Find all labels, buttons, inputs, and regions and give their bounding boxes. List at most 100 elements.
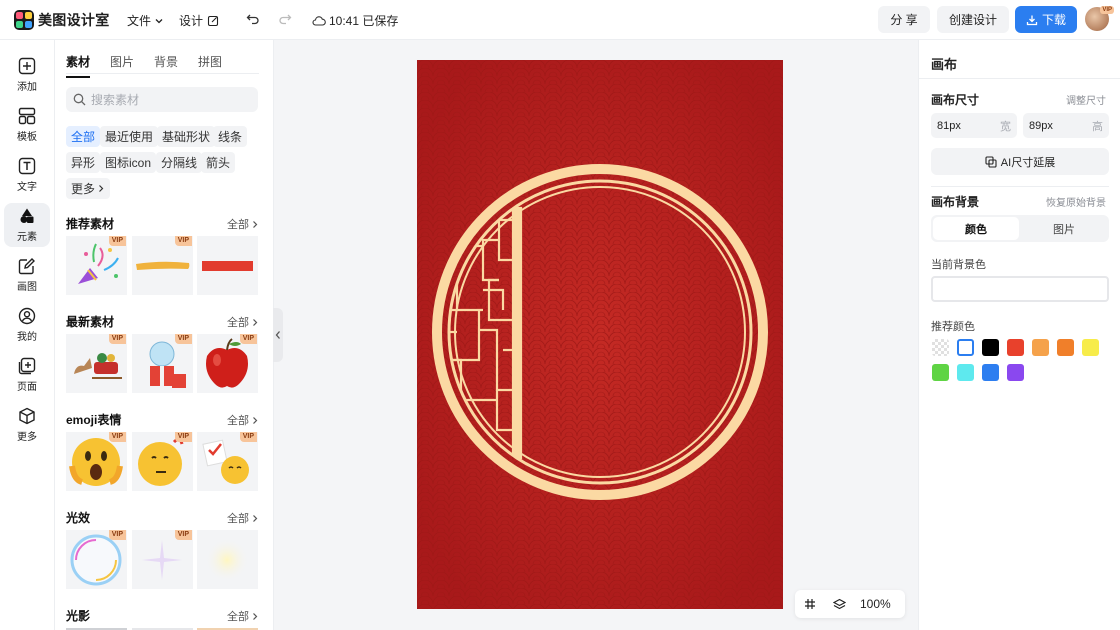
download-button[interactable]: 下载 [1015, 6, 1077, 33]
swatch-red[interactable] [1007, 339, 1024, 356]
nav-item-draw[interactable]: 画图 [4, 253, 50, 297]
bg-tab-image[interactable]: 图片 [1021, 217, 1107, 240]
nav-label-add: 添加 [17, 82, 37, 93]
redo-icon[interactable] [278, 12, 292, 26]
create-design-button[interactable]: 创建设计 [937, 6, 1009, 33]
asset-snow-globe-gift[interactable]: VIP [132, 334, 193, 393]
file-menu-label: 文件 [127, 14, 152, 28]
ai-extend-button[interactable]: AI尺寸延展 [931, 148, 1109, 175]
asset-sleigh[interactable]: VIP [66, 334, 127, 393]
nav-item-mine[interactable]: 我的 [4, 303, 50, 347]
nav-label-mine: 我的 [17, 332, 37, 343]
restore-bg-link[interactable]: 恢复原始背景 [1046, 194, 1106, 209]
adjust-size-link[interactable]: 调整尺寸 [1066, 92, 1106, 107]
share-label: 分 享 [890, 13, 918, 27]
width-field[interactable]: 81px 宽 [931, 113, 1017, 138]
page-add-icon [18, 357, 36, 375]
chevron-down-icon [155, 18, 163, 23]
chip-more[interactable]: 更多 [66, 178, 111, 199]
nav-item-text[interactable]: 文字 [4, 153, 50, 197]
panel-tabs: 素材 图片 背景 拼图 [66, 53, 242, 78]
swatch-purple[interactable] [1007, 364, 1024, 381]
search-input[interactable]: 搜索素材 [66, 87, 258, 112]
chip-recent[interactable]: 最近使用 [100, 126, 159, 147]
glow-icon [205, 538, 249, 582]
asset-emoji-thinking[interactable]: VIP [132, 432, 193, 491]
canvas-bottom-toolbar: 100% [795, 590, 905, 618]
assets-panel: 素材 图片 背景 拼图 搜索素材 全部 最近使用 基础形状 线条 异形 图标ic… [55, 40, 274, 630]
width-unit: 宽 [1000, 120, 1011, 133]
chevron-right-icon [253, 318, 258, 326]
chip-lines[interactable]: 线条 [213, 126, 248, 147]
asset-emoji-shocked[interactable]: VIP [66, 432, 127, 491]
asset-emoji-checklist[interactable]: VIP [197, 432, 258, 491]
layers-icon[interactable] [833, 598, 846, 611]
tab-materials[interactable]: 素材 [66, 53, 91, 78]
chip-irregular[interactable]: 异形 [66, 152, 101, 173]
section-title-emoji: emoji表情 [66, 413, 122, 427]
asset-party-popper[interactable]: VIP [66, 236, 127, 295]
app-name: 美图设计室 [38, 11, 110, 28]
swatch-black[interactable] [982, 339, 999, 356]
file-menu[interactable]: 文件 [127, 12, 164, 29]
asset-bubble[interactable]: VIP [66, 530, 127, 589]
swatch-white-selected[interactable] [957, 339, 974, 356]
chip-arrows[interactable]: 箭头 [201, 152, 236, 173]
swatch-blue[interactable] [982, 364, 999, 381]
nav-item-pages[interactable]: 页面 [4, 353, 50, 397]
swatch-orange[interactable] [1057, 339, 1074, 356]
plus-square-icon [18, 57, 36, 75]
cube-icon [19, 407, 35, 425]
grid-icon[interactable] [804, 598, 816, 610]
chevron-right-icon [253, 220, 258, 228]
cloud-icon [312, 15, 326, 26]
app-logo[interactable]: 美图设计室 [14, 9, 110, 30]
tab-images[interactable]: 图片 [110, 53, 134, 78]
zoom-level[interactable]: 100% [860, 597, 891, 611]
bg-tab-image-label: 图片 [1053, 223, 1075, 236]
swatch-transparent[interactable] [932, 339, 949, 356]
asset-apple[interactable]: VIP [197, 334, 258, 393]
nav-item-more[interactable]: 更多 [4, 403, 50, 447]
design-menu[interactable]: 设计 [179, 12, 219, 29]
swatch-green[interactable] [932, 364, 949, 381]
asset-yellow-brush[interactable]: VIP [132, 236, 193, 295]
section-all-latest[interactable]: 全部 [227, 314, 259, 330]
tab-backgrounds[interactable]: 背景 [154, 53, 178, 78]
nav-item-elements[interactable]: 元素 [4, 203, 50, 247]
share-button[interactable]: 分 享 [878, 6, 930, 33]
vip-badge: VIP [239, 334, 257, 344]
swatch-cyan[interactable] [957, 364, 974, 381]
tab-collage[interactable]: 拼图 [198, 53, 222, 78]
search-placeholder: 搜索素材 [91, 93, 140, 107]
chip-basic-shapes[interactable]: 基础形状 [157, 126, 216, 147]
section-all-emoji[interactable]: 全部 [227, 412, 259, 428]
swatch-light-orange[interactable] [1032, 339, 1049, 356]
current-bg-label: 当前背景色 [931, 259, 986, 271]
section-all-recommended[interactable]: 全部 [227, 216, 259, 232]
nav-item-add[interactable]: 添加 [4, 53, 50, 97]
asset-glow[interactable] [197, 530, 258, 589]
section-all-light-effects[interactable]: 全部 [227, 510, 259, 526]
chip-dividers[interactable]: 分隔线 [156, 152, 203, 173]
chevron-right-icon [253, 514, 258, 522]
panel-collapse-handle[interactable] [273, 308, 283, 362]
chip-icons[interactable]: 图标icon [100, 152, 157, 173]
save-status: 10:41 已保存 [312, 12, 398, 29]
asset-red-bar[interactable] [197, 236, 258, 295]
asset-sparkle[interactable]: VIP [132, 530, 193, 589]
bg-tab-color-label: 颜色 [965, 223, 987, 236]
height-value: 89px [1029, 119, 1053, 132]
swatch-yellow[interactable] [1082, 339, 1099, 356]
bg-tab-color[interactable]: 颜色 [933, 217, 1019, 240]
avatar[interactable]: VIP [1085, 6, 1114, 31]
layout-icon [18, 107, 36, 125]
design-canvas[interactable] [417, 60, 783, 609]
left-nav: 添加 模板 文字 元素 画图 我的 页面 更多 [0, 40, 55, 630]
undo-icon[interactable] [246, 12, 260, 26]
height-field[interactable]: 89px 高 [1023, 113, 1109, 138]
chip-all[interactable]: 全部 [66, 126, 101, 147]
current-bg-color-field[interactable] [931, 276, 1109, 302]
section-all-light-shadow[interactable]: 全部 [227, 608, 259, 624]
nav-item-templates[interactable]: 模板 [4, 103, 50, 147]
